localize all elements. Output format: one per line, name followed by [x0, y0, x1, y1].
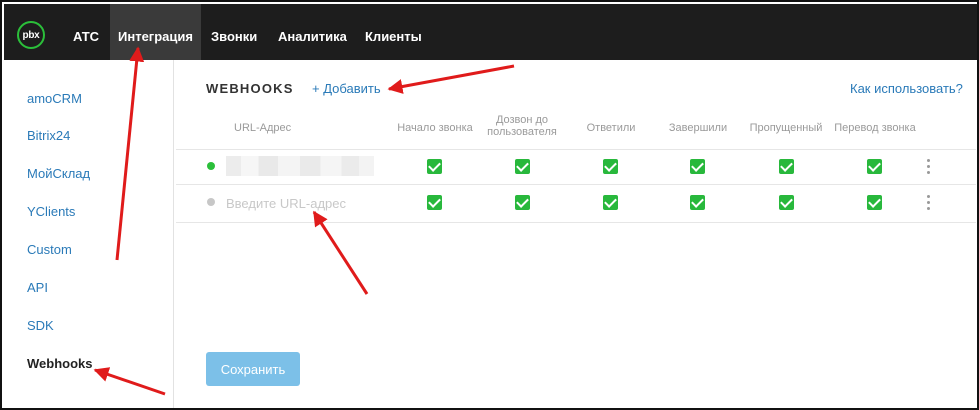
webhooks-panel: WEBHOOKS + Добавить Как использовать? UR… [176, 60, 976, 408]
more-options-icon[interactable] [924, 157, 934, 177]
webhook-row [176, 150, 976, 184]
webhook-url-input[interactable] [226, 192, 486, 214]
nav-item-calls[interactable]: Звонки [203, 4, 265, 60]
sidebar-item-webhooks[interactable]: Webhooks [27, 356, 93, 371]
how-to-use-link[interactable]: Как использовать? [850, 81, 963, 96]
integration-sidebar: amoCRM Bitrix24 МойСклад YClients Custom… [4, 60, 174, 408]
logo-text: pbx [22, 29, 40, 41]
checkbox-missed[interactable] [779, 159, 794, 174]
save-button[interactable]: Сохранить [206, 352, 300, 386]
nav-item-clients[interactable]: Клиенты [357, 4, 430, 60]
add-webhook-link[interactable]: + Добавить [312, 81, 381, 96]
pbx-logo[interactable]: pbx [17, 21, 45, 49]
column-header-missed: Пропущенный [749, 122, 823, 134]
webhook-url-redacted[interactable] [226, 156, 374, 176]
checkbox-answered[interactable] [603, 195, 618, 210]
checkbox-call-transfer[interactable] [867, 195, 882, 210]
column-header-call-transfer: Перевод звонка [834, 122, 916, 134]
sidebar-item-bitrix24[interactable]: Bitrix24 [27, 128, 70, 143]
checkbox-user-reached[interactable] [515, 195, 530, 210]
column-header-finished: Завершили [668, 122, 728, 134]
column-header-call-start: Начало звонка [397, 122, 473, 134]
checkbox-user-reached[interactable] [515, 159, 530, 174]
status-dot-active [207, 162, 215, 170]
column-header-answered: Ответили [586, 122, 636, 134]
nav-item-analytics[interactable]: Аналитика [270, 4, 355, 60]
sidebar-item-amocrm[interactable]: amoCRM [27, 91, 82, 106]
row-divider [176, 184, 976, 185]
checkbox-call-start[interactable] [427, 195, 442, 210]
row-divider [176, 222, 976, 223]
column-header-url: URL-Адрес [234, 122, 292, 134]
sidebar-item-yclients[interactable]: YClients [27, 204, 75, 219]
more-options-icon[interactable] [924, 193, 934, 213]
checkbox-call-transfer[interactable] [867, 159, 882, 174]
checkbox-answered[interactable] [603, 159, 618, 174]
nav-item-integration[interactable]: Интеграция [110, 4, 201, 60]
app-frame: pbx АТС Интеграция Звонки Аналитика Клие… [0, 0, 979, 410]
sidebar-item-sdk[interactable]: SDK [27, 318, 54, 333]
page-title: WEBHOOKS [206, 81, 294, 96]
checkbox-missed[interactable] [779, 195, 794, 210]
checkbox-finished[interactable] [690, 159, 705, 174]
nav-item-ats[interactable]: АТС [65, 4, 107, 60]
top-navbar: pbx АТС Интеграция Звонки Аналитика Клие… [4, 4, 977, 60]
checkbox-call-start[interactable] [427, 159, 442, 174]
column-header-user-reached: Дозвон до пользователя [487, 114, 557, 138]
sidebar-item-custom[interactable]: Custom [27, 242, 72, 257]
checkbox-finished[interactable] [690, 195, 705, 210]
sidebar-item-moysklad[interactable]: МойСклад [27, 166, 90, 181]
webhook-row [176, 186, 976, 220]
status-dot-inactive [207, 198, 215, 206]
sidebar-item-api[interactable]: API [27, 280, 48, 295]
